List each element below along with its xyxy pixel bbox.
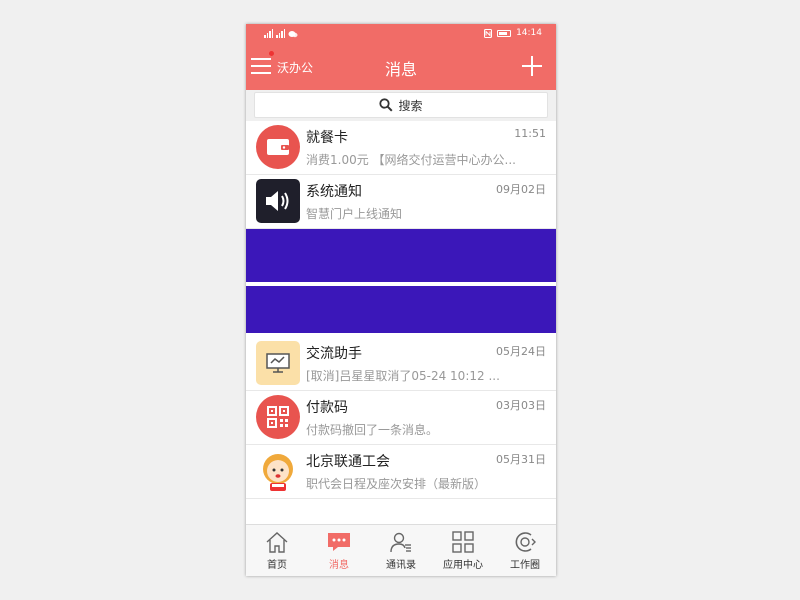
message-time: 09月02日 bbox=[496, 183, 546, 196]
wechat-icon bbox=[288, 30, 298, 37]
nfc-icon bbox=[484, 28, 493, 38]
redacted-area bbox=[246, 229, 556, 337]
status-time: 14:14 bbox=[516, 28, 542, 38]
message-preview: 付款码撤回了一条消息。 bbox=[306, 423, 439, 437]
page-title: 消息 bbox=[384, 60, 417, 79]
redaction-block bbox=[246, 229, 556, 282]
status-bar: 14:14 bbox=[246, 24, 556, 44]
search-area: 搜索 bbox=[246, 90, 556, 121]
message-preview: 智慧门户上线通知 bbox=[306, 207, 403, 221]
chat-icon bbox=[328, 533, 350, 551]
top-header: 沃办公 消息 bbox=[246, 44, 556, 90]
speaker-icon bbox=[256, 179, 300, 223]
presentation-icon bbox=[256, 341, 300, 385]
search-icon bbox=[379, 98, 393, 112]
redaction-block bbox=[246, 286, 556, 333]
tab-label: 应用中心 bbox=[443, 560, 483, 571]
work-circle-icon bbox=[515, 532, 536, 552]
message-title: 就餐卡 bbox=[306, 130, 348, 146]
tab-contacts[interactable]: 通讯录 bbox=[370, 525, 432, 576]
add-icon[interactable] bbox=[522, 56, 542, 76]
message-time: 03月03日 bbox=[496, 399, 546, 412]
qr-code-icon bbox=[256, 395, 300, 439]
tab-label: 消息 bbox=[329, 560, 349, 571]
tab-label: 首页 bbox=[267, 560, 287, 571]
battery-icon bbox=[497, 29, 512, 37]
message-title: 北京联通工会 bbox=[306, 454, 390, 470]
message-preview: [取消]吕星星取消了05-24 10:12 ... bbox=[306, 369, 500, 383]
message-preview: 职代会日程及座次安排（最新版） bbox=[306, 477, 487, 491]
signal-icon bbox=[264, 29, 273, 38]
tab-label: 工作圈 bbox=[510, 560, 540, 571]
message-title: 系统通知 bbox=[306, 184, 362, 200]
message-list: 就餐卡 11:51 消费1.00元 【网络交付运营中心办公... 系统通知 09… bbox=[246, 121, 556, 499]
signal-icon bbox=[276, 29, 285, 38]
tab-label: 通讯录 bbox=[386, 560, 416, 571]
message-time: 11:51 bbox=[514, 127, 546, 140]
tab-work-circle[interactable]: 工作圈 bbox=[494, 525, 556, 576]
home-icon bbox=[266, 532, 288, 553]
contacts-icon bbox=[390, 532, 411, 553]
message-preview: 消费1.00元 【网络交付运营中心办公... bbox=[306, 153, 516, 167]
status-right: 14:14 bbox=[484, 28, 542, 38]
signal-indicators bbox=[264, 29, 298, 38]
message-title: 付款码 bbox=[306, 400, 348, 416]
search-label: 搜索 bbox=[398, 98, 423, 113]
search-input[interactable]: 搜索 bbox=[254, 92, 548, 118]
message-title: 交流助手 bbox=[306, 346, 362, 362]
message-time: 05月31日 bbox=[496, 453, 546, 466]
phone-screen: 14:14 沃办公 消息 搜索 就餐卡 11:51 消费1.00元 【网络交付运… bbox=[246, 24, 556, 576]
tab-app-center[interactable]: 应用中心 bbox=[432, 525, 494, 576]
message-row-meal-card[interactable]: 就餐卡 11:51 消费1.00元 【网络交付运营中心办公... bbox=[246, 121, 556, 175]
wallet-icon bbox=[256, 125, 300, 169]
message-row-payment-code[interactable]: 付款码 03月03日 付款码撤回了一条消息。 bbox=[246, 391, 556, 445]
message-row-union[interactable]: 北京联通工会 05月31日 职代会日程及座次安排（最新版） bbox=[246, 445, 556, 499]
message-row-chat-assistant[interactable]: 交流助手 05月24日 [取消]吕星星取消了05-24 10:12 ... bbox=[246, 337, 556, 391]
message-time: 05月24日 bbox=[496, 345, 546, 358]
apps-icon bbox=[452, 531, 474, 553]
bottom-tab-bar: 首页 消息 通讯录 应用中心 工作圈 bbox=[246, 524, 556, 576]
tab-home[interactable]: 首页 bbox=[246, 525, 308, 576]
message-row-system-notice[interactable]: 系统通知 09月02日 智慧门户上线通知 bbox=[246, 175, 556, 229]
cartoon-girl-avatar bbox=[256, 449, 300, 493]
tab-messages[interactable]: 消息 bbox=[308, 525, 370, 576]
